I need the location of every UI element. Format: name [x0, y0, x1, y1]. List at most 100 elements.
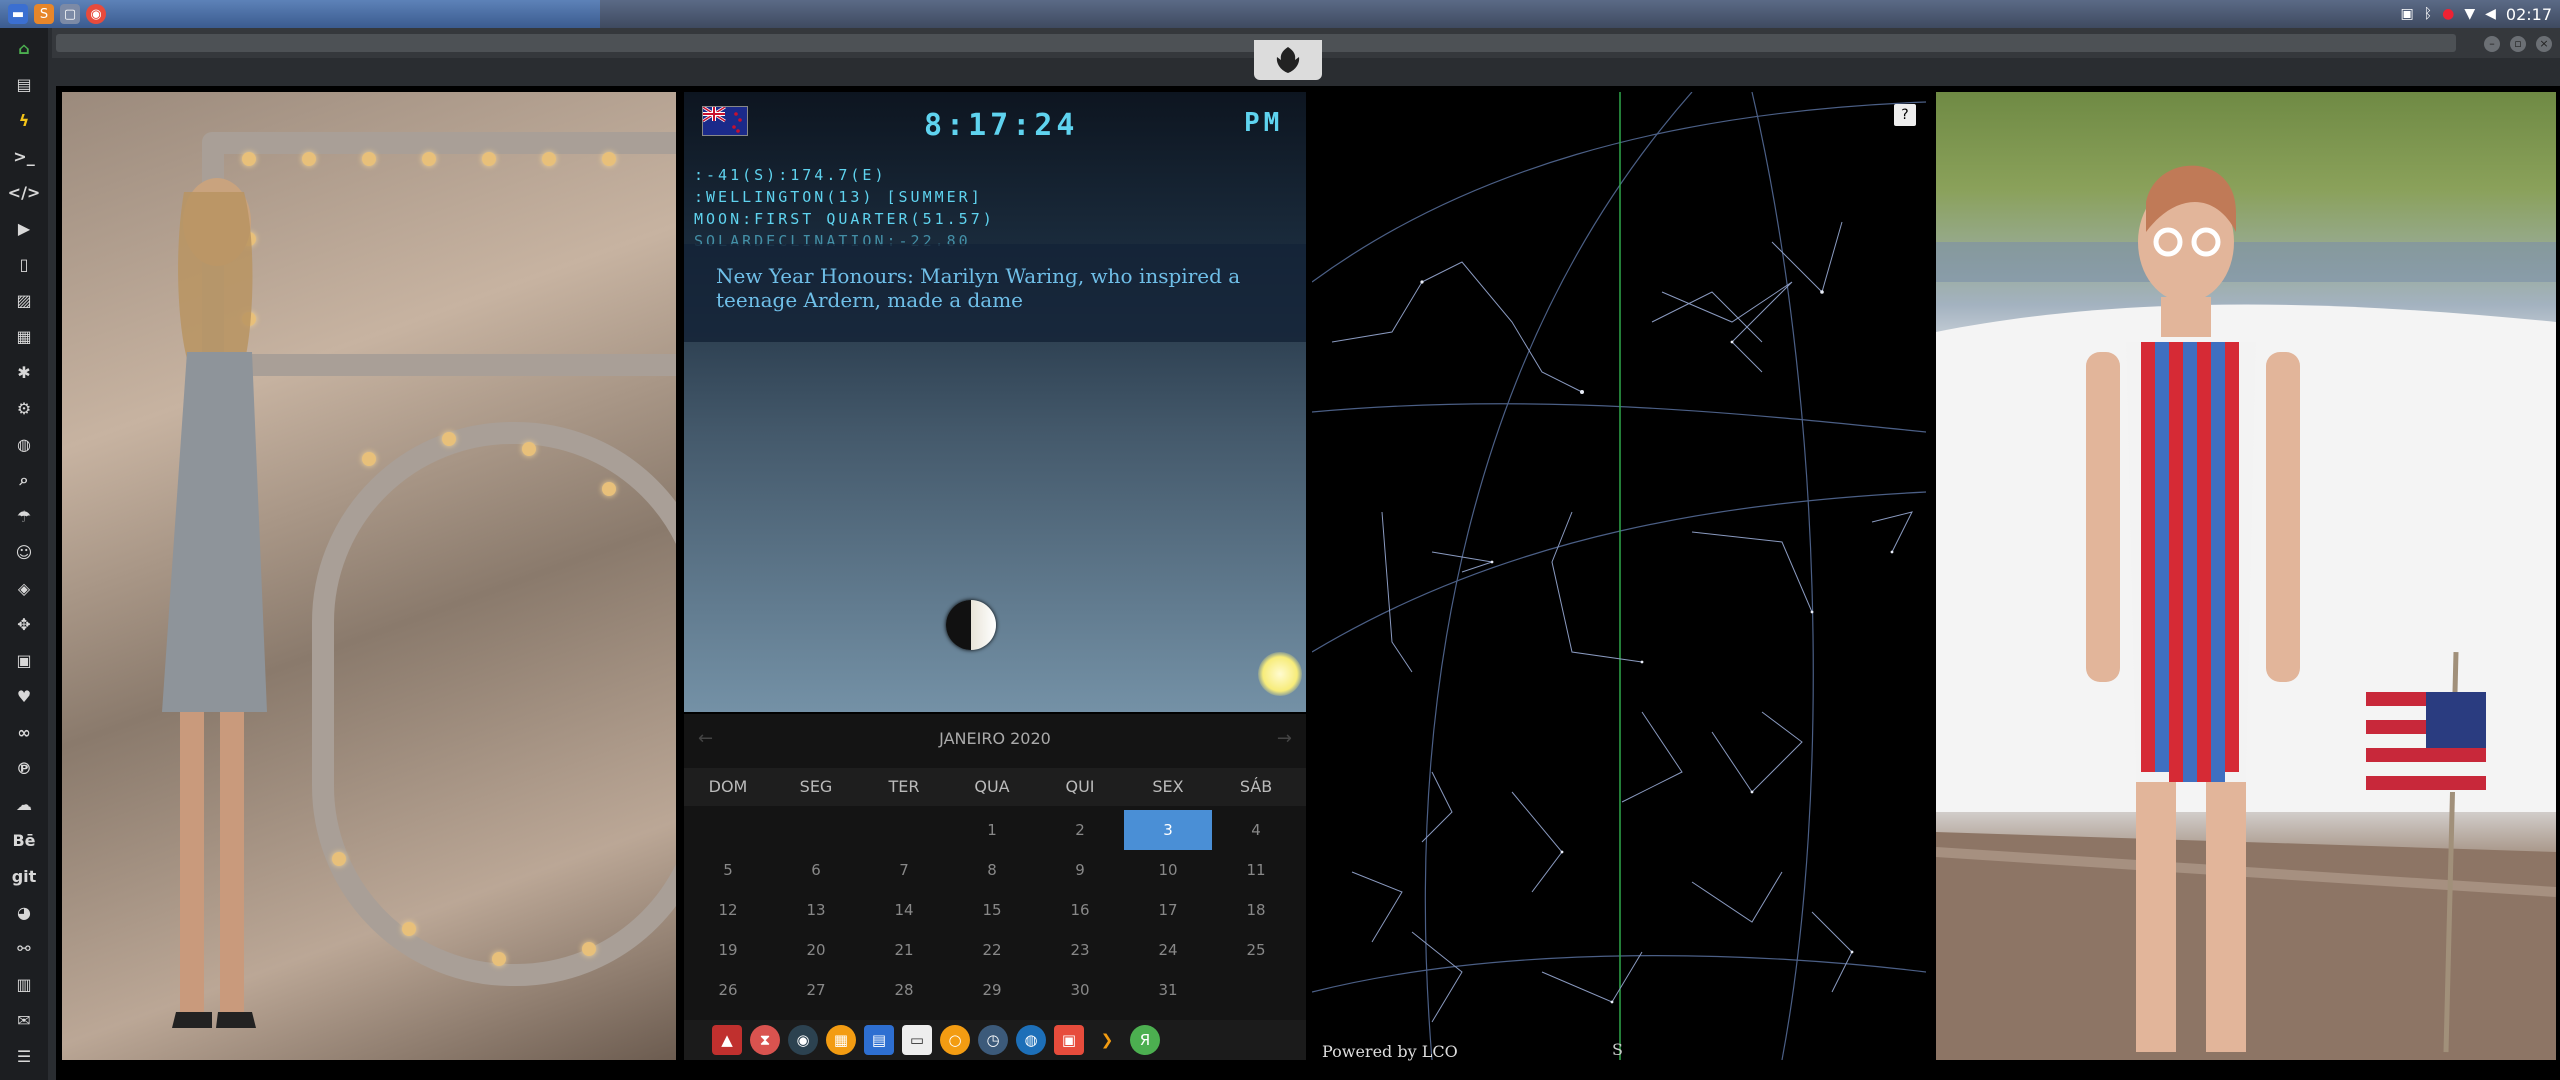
pinterest-icon[interactable]: ℗	[12, 756, 36, 780]
map-icon[interactable]: ▥	[12, 972, 36, 996]
git-icon[interactable]: git	[12, 864, 37, 888]
calendar-day[interactable]: 14	[860, 890, 948, 930]
contact-icon[interactable]: ☺	[12, 540, 36, 564]
terminal-icon[interactable]: >_	[12, 144, 36, 168]
yandex-app-icon[interactable]: Я	[1130, 1025, 1160, 1055]
earth-app-icon[interactable]: ◉	[788, 1025, 818, 1055]
calendar-day[interactable]: 22	[948, 930, 1036, 970]
calendar-day[interactable]: 7	[860, 850, 948, 890]
calendar-day[interactable]: 8	[948, 850, 1036, 890]
photos-app-icon[interactable]: ▦	[826, 1025, 856, 1055]
calendar-day[interactable]: 9	[1036, 850, 1124, 890]
volume-icon[interactable]: ◀	[2485, 6, 2496, 22]
news-headline[interactable]: New Year Honours: Marilyn Waring, who in…	[716, 264, 1286, 312]
calendar-day[interactable]: 16	[1036, 890, 1124, 930]
image-icon[interactable]: ▣	[2400, 6, 2413, 22]
rebel-logo-icon[interactable]	[1254, 40, 1322, 80]
calendar-day[interactable]: 29	[948, 970, 1036, 1010]
close-button[interactable]: ×	[2536, 36, 2552, 52]
calendar-day	[772, 810, 860, 850]
home-icon[interactable]: ⌂	[12, 36, 36, 60]
expand-icon[interactable]: ✥	[12, 612, 36, 636]
record-icon[interactable]: ●	[2442, 6, 2454, 22]
calendar-day[interactable]: 24	[1124, 930, 1212, 970]
calendar-day[interactable]: 1	[948, 810, 1036, 850]
calendar-day[interactable]: 20	[772, 930, 860, 970]
calendar-day[interactable]: 31	[1124, 970, 1212, 1010]
gear-icon[interactable]: ⚙	[12, 396, 36, 420]
umbrella-icon[interactable]: ☂	[12, 504, 36, 528]
sun-icon	[1258, 652, 1302, 696]
arrow-app-icon[interactable]: ❯	[1092, 1025, 1122, 1055]
calendar-weekday-row: DOM SEG TER QUA QUI SEX SÁB	[684, 768, 1306, 806]
clock-text[interactable]: 02:17	[2506, 5, 2552, 24]
heart-icon[interactable]: ♥	[12, 684, 36, 708]
mail-icon[interactable]: ✉	[12, 1008, 36, 1032]
weekday-label: SEG	[799, 777, 833, 796]
calendar-day[interactable]: 5	[684, 850, 772, 890]
search-icon[interactable]: ⌕	[12, 468, 36, 492]
phone-icon[interactable]: ▯	[12, 252, 36, 276]
globe-icon[interactable]: ◍	[12, 432, 36, 456]
infinity-icon[interactable]: ∞	[12, 720, 36, 744]
photo-panel-left	[62, 92, 676, 1060]
calendar-day[interactable]: 4	[1212, 810, 1300, 850]
bluetooth-icon[interactable]: ᛒ	[2424, 6, 2432, 22]
calendar-day[interactable]: 27	[772, 970, 860, 1010]
code-icon[interactable]: </>	[8, 180, 41, 204]
moon-phase-line: MOON:FIRST QUARTER(51.57)	[694, 210, 995, 228]
calendar-app-icon[interactable]: ▣	[1054, 1025, 1084, 1055]
next-month-icon[interactable]: →	[1277, 720, 1292, 758]
search-app-icon[interactable]: ○	[940, 1025, 970, 1055]
document-app-icon[interactable]: ▭	[902, 1025, 932, 1055]
chrome-app-icon[interactable]: ◉	[86, 4, 106, 24]
calendar-day-today[interactable]: 3	[1124, 810, 1212, 850]
calendar-day[interactable]: 30	[1036, 970, 1124, 1010]
calendar-day[interactable]: 28	[860, 970, 948, 1010]
cloud-icon[interactable]: ☁	[12, 792, 36, 816]
calendar-day[interactable]: 6	[772, 850, 860, 890]
news-ticker[interactable]: New Year Honours: Marilyn Waring, who in…	[684, 244, 1306, 342]
wifi-icon[interactable]: ▼	[2464, 6, 2475, 22]
lightbulb	[522, 442, 536, 456]
powered-by-label[interactable]: Powered by LCO	[1322, 1042, 1458, 1061]
asterisk-icon[interactable]: ✱	[12, 360, 36, 384]
list-icon[interactable]: ☰	[12, 1044, 36, 1068]
calendar-day[interactable]: 26	[684, 970, 772, 1010]
tag-icon[interactable]: ◈	[12, 576, 36, 600]
bolt-icon[interactable]: ϟ	[12, 108, 36, 132]
globe-app-icon[interactable]: ◍	[1016, 1025, 1046, 1055]
hourglass-app-icon[interactable]: ⧗	[750, 1025, 780, 1055]
maximize-button[interactable]: ▫	[2510, 36, 2526, 52]
calendar-day[interactable]: 17	[1124, 890, 1212, 930]
calendar-day[interactable]: 23	[1036, 930, 1124, 970]
triangle-app-icon[interactable]: ▲	[712, 1025, 742, 1055]
files-app-icon[interactable]: ▬	[8, 4, 28, 24]
spreadsheet-app-icon[interactable]: ▤	[864, 1025, 894, 1055]
news-icon[interactable]: ▦	[12, 324, 36, 348]
calendar-day[interactable]: 18	[1212, 890, 1300, 930]
terminal-app-icon[interactable]: ▢	[60, 4, 80, 24]
image-icon[interactable]: ▨	[12, 288, 36, 312]
youtube-icon[interactable]: ▣	[12, 648, 36, 672]
behance-icon[interactable]: Bē	[12, 828, 36, 852]
calendar-day[interactable]: 21	[860, 930, 948, 970]
github-icon[interactable]: ◕	[12, 900, 36, 924]
calendar-day[interactable]: 15	[948, 890, 1036, 930]
calendar-day[interactable]: 11	[1212, 850, 1300, 890]
calendar-day[interactable]: 12	[684, 890, 772, 930]
calendar-day[interactable]: 19	[684, 930, 772, 970]
share-icon[interactable]: ⚯	[12, 936, 36, 960]
calendar-day[interactable]: 25	[1212, 930, 1300, 970]
calendar-day[interactable]: 10	[1124, 850, 1212, 890]
help-button[interactable]: ?	[1894, 104, 1916, 126]
file-icon[interactable]: ▤	[12, 72, 36, 96]
calendar-day[interactable]: 13	[772, 890, 860, 930]
minimize-button[interactable]: –	[2484, 36, 2500, 52]
sublime-app-icon[interactable]: S	[34, 4, 54, 24]
sign-letter	[312, 422, 676, 986]
lightbulb	[302, 152, 316, 166]
clock-app-icon[interactable]: ◷	[978, 1025, 1008, 1055]
calendar-day[interactable]: 2	[1036, 810, 1124, 850]
play-icon[interactable]: ▶	[12, 216, 36, 240]
